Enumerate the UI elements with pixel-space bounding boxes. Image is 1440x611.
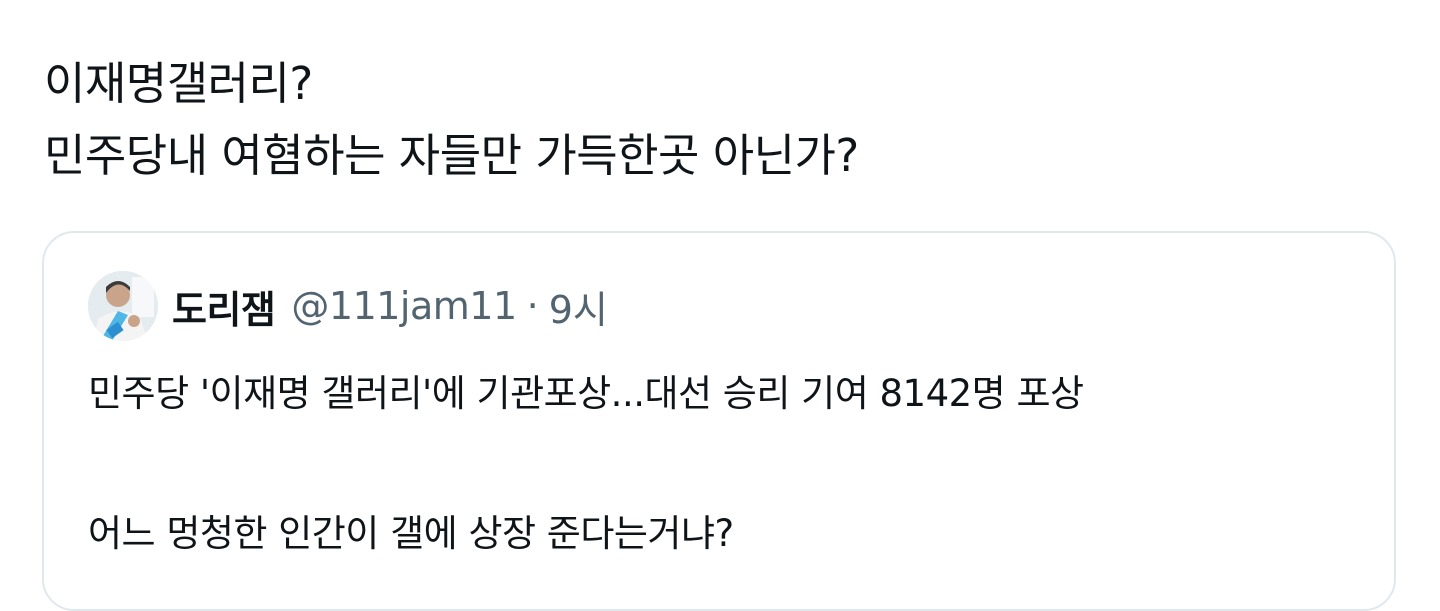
quoted-tweet-header: 도리잼 @111jam11 · 9시 [88, 269, 608, 343]
tweet-text-line-2: 민주당내 여혐하는 자들만 가득한곳 아닌가? [44, 129, 859, 182]
quoted-tweet-paragraph-2: 어느 멍청한 인간이 갤에 상장 준다는거냐? [88, 512, 734, 555]
quoted-tweet-card[interactable]: 도리잼 @111jam11 · 9시 민주당 '이재명 갤러리'에 기관포상..… [42, 231, 1396, 611]
separator-dot: · [526, 284, 539, 328]
tweet-text-line-1: 이재명갤러리? [44, 57, 313, 110]
quoted-tweet-paragraph-1: 민주당 '이재명 갤러리'에 기관포상...대선 승리 기여 8142명 포상 [88, 372, 1084, 415]
display-name[interactable]: 도리잼 [172, 279, 276, 334]
tweet-text: 이재명갤러리? 민주당내 여혐하는 자들만 가득한곳 아닌가? [44, 48, 1394, 192]
avatar[interactable] [88, 271, 158, 341]
avatar-image [88, 271, 158, 341]
quoted-tweet-body: 민주당 '이재명 갤러리'에 기관포상...대선 승리 기여 8142명 포상 … [88, 359, 1358, 569]
timestamp[interactable]: 9시 [549, 279, 608, 334]
user-handle[interactable]: @111jam11 [291, 284, 517, 328]
